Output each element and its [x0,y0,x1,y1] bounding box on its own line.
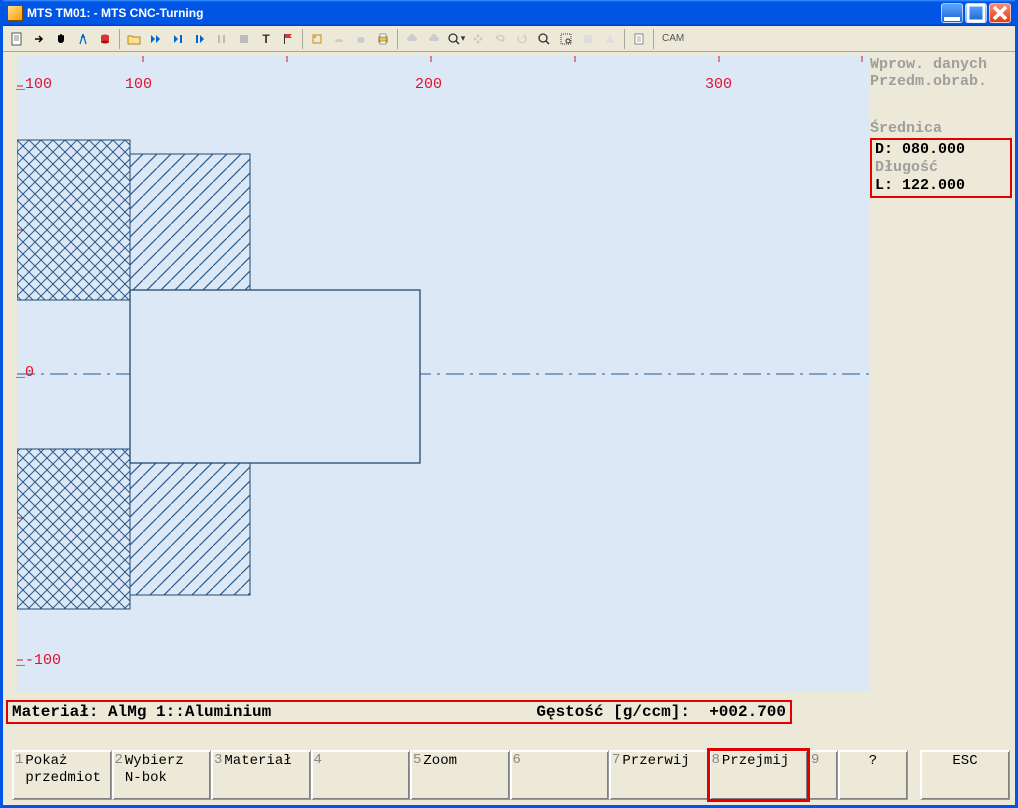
rpanel-hdr2: Przedm.obrab. [870,73,1012,90]
material-bar: Materiał: AlMg 1::Aluminium Gęstość [g/c… [6,700,792,724]
f5-button[interactable]: 5Zoom [410,750,510,800]
misc-icon-1[interactable] [307,29,327,49]
f3-button[interactable]: 3Materiał [211,750,311,800]
minimize-button[interactable] [941,3,963,23]
red-cylinder-icon[interactable] [95,29,115,49]
pause-icon [212,29,232,49]
tool-compass-icon[interactable] [73,29,93,49]
refresh-icon [490,29,510,49]
titlebar: MTS TM01: - MTS CNC-Turning [3,0,1015,26]
x-tick-100: 100 [125,76,152,93]
f9-button[interactable]: 9 [808,750,838,800]
f2-button[interactable]: 2WybierzN-bok [112,750,212,800]
open-folder-icon[interactable] [124,29,144,49]
function-key-bar: 1Pokażprzedmiot 2WybierzN-bok 3Materiał … [12,750,1010,800]
f6-button[interactable]: 6 [510,750,610,800]
help-button[interactable]: ? [838,750,908,800]
close-button[interactable] [989,3,1011,23]
right-panel: Wprow. danych Przedm.obrab. Średnica D: … [870,56,1012,692]
cam-label: CAM [658,33,688,44]
arrow-right-icon[interactable] [29,29,49,49]
step-icon[interactable] [190,29,210,49]
density-value[interactable]: +002.700 [709,703,786,721]
stop-icon [234,29,254,49]
zoom-all-icon[interactable] [534,29,554,49]
misc-icon-4 [600,29,620,49]
zoom-window-icon[interactable] [556,29,576,49]
flag-icon[interactable] [278,29,298,49]
cloud-icon-1 [402,29,422,49]
material-label: Materiał: [12,703,98,721]
document-icon[interactable] [629,29,649,49]
f8-button[interactable]: 8Przejmij [709,750,809,800]
l-value[interactable]: 122.000 [902,177,965,194]
printer-icon[interactable] [373,29,393,49]
misc-icon-2 [468,29,488,49]
shape-icon-2 [351,29,371,49]
density-label: Gęstość [g/ccm]: [536,703,690,721]
rpanel-hdr1: Wprow. danych [870,56,1012,73]
y-tick-bottom: _-100 [16,652,61,669]
f4-button[interactable]: 4 [311,750,411,800]
hand-icon[interactable] [51,29,71,49]
l-label: L: [875,177,893,194]
d-label: D: [875,141,893,158]
page-icon[interactable] [7,29,27,49]
zoom-icon[interactable]: ▾ [446,29,466,49]
f7-button[interactable]: 7Przerwij [609,750,709,800]
y-tick-top: _100 [16,76,52,93]
window-title: MTS TM01: - MTS CNC-Turning [27,6,941,20]
cloud-icon-2 [424,29,444,49]
app-icon [7,5,23,21]
x-tick-300: 300 [705,76,732,93]
refresh-cw-icon [512,29,532,49]
text-t-icon[interactable]: T [256,29,276,49]
skip-end-icon[interactable] [168,29,188,49]
rpanel-len-label: Długość [875,159,1007,177]
d-value[interactable]: 080.000 [902,141,965,158]
misc-icon-3 [578,29,598,49]
shape-icon-1 [329,29,349,49]
rpanel-diam-label: Średnica [870,120,1012,137]
drawing-canvas[interactable]: _100 _0 _-100 100 200 300 [17,56,871,692]
f1-button[interactable]: 1Pokażprzedmiot [12,750,112,800]
y-tick-zero: _0 [16,364,34,381]
diameter-length-box: D: 080.000 Długość L: 122.000 [870,138,1012,198]
maximize-button[interactable] [965,3,987,23]
x-tick-200: 200 [415,76,442,93]
esc-button[interactable]: ESC [920,750,1010,800]
skip-forward-icon[interactable] [146,29,166,49]
toolbar: T ▾ CAM [3,26,1015,52]
material-value[interactable]: AlMg 1::Aluminium [108,703,271,721]
